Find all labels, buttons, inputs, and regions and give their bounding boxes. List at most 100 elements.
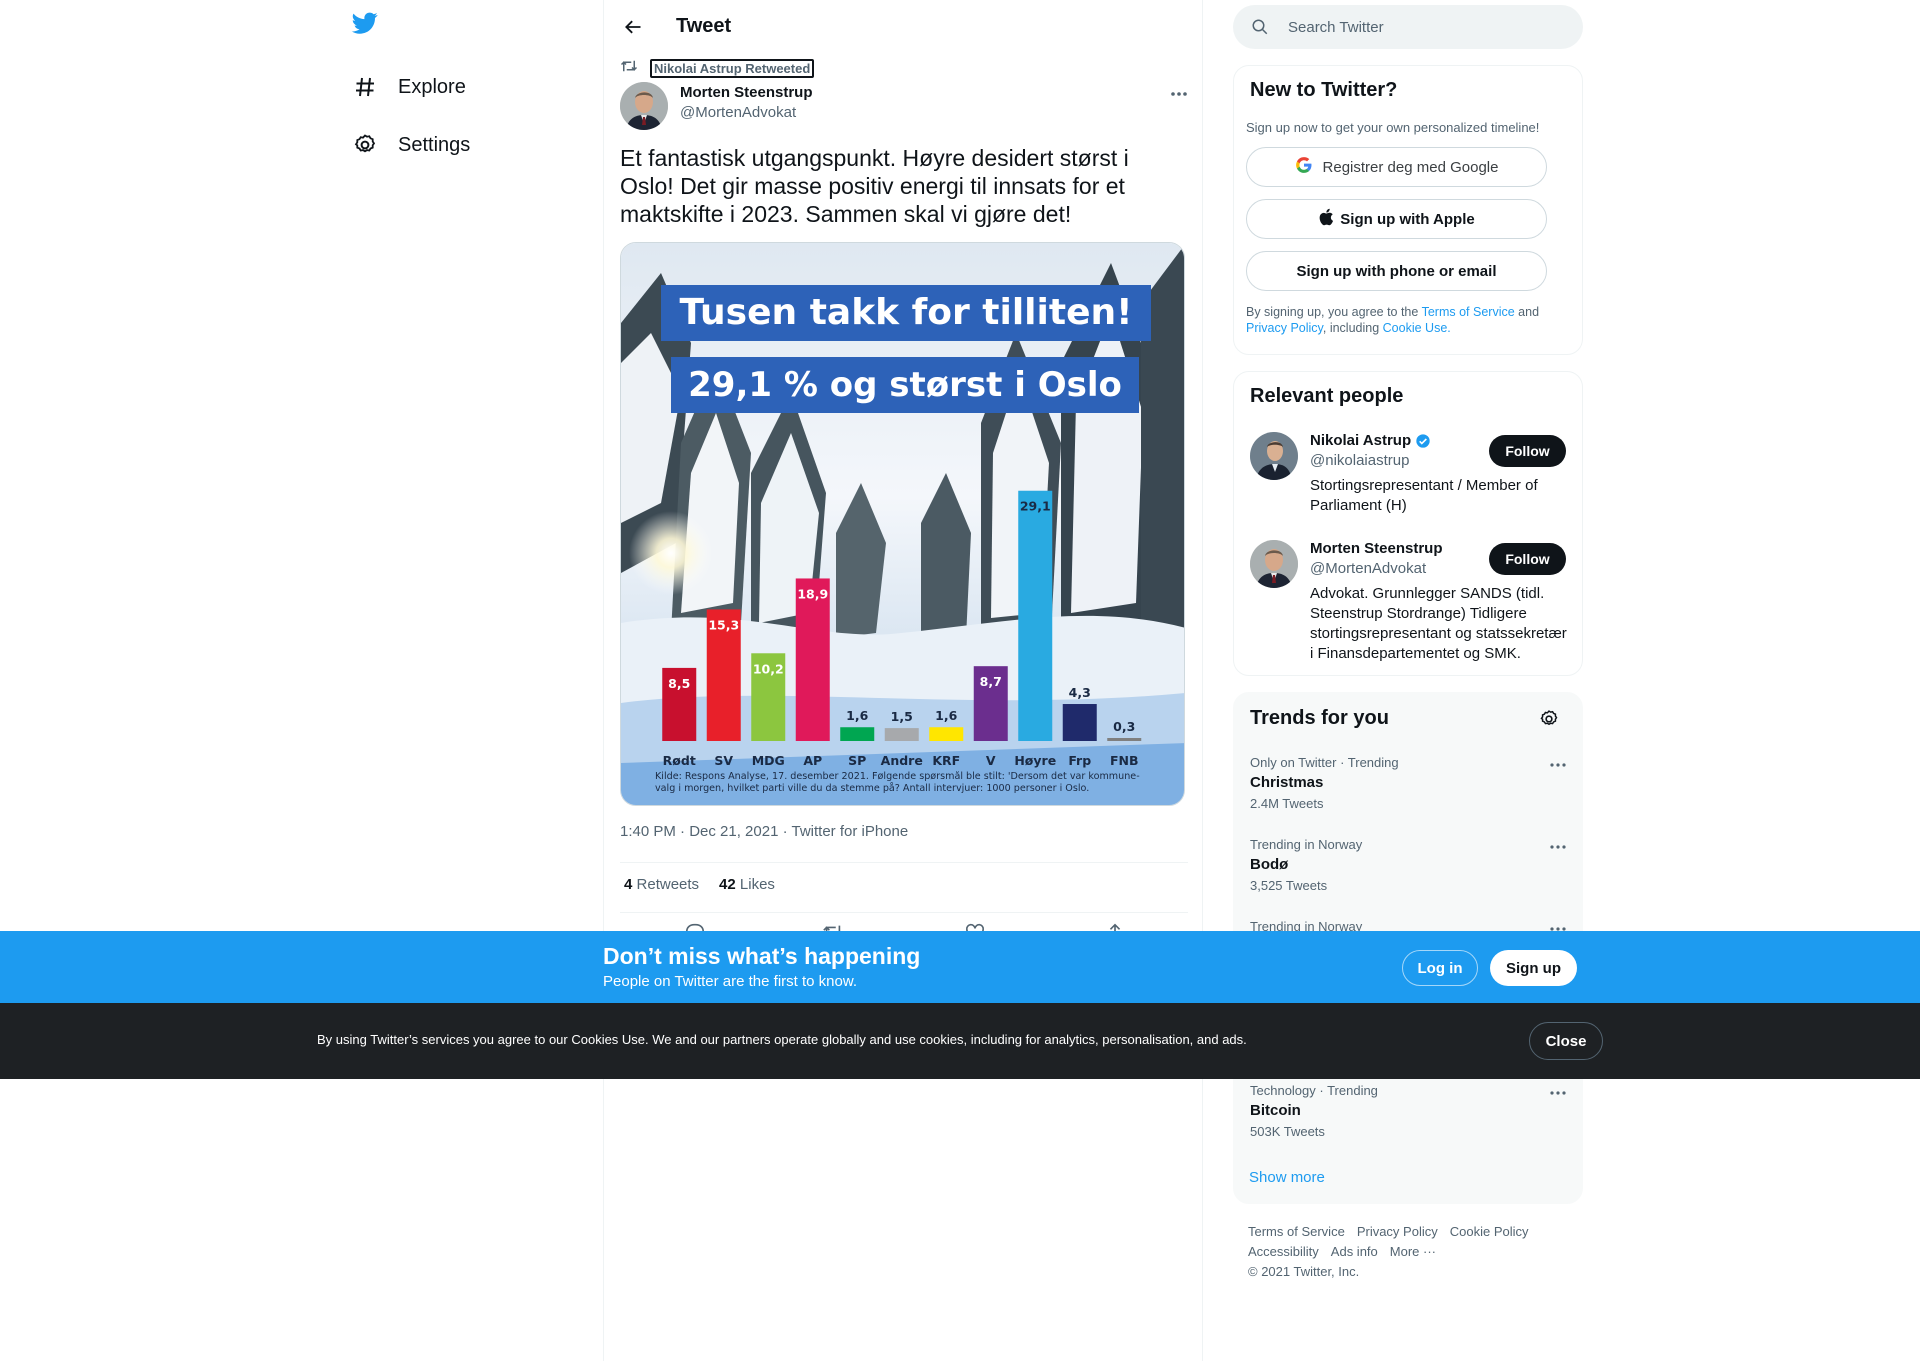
trend-more-button[interactable] (1546, 1085, 1570, 1101)
retweeted-by-link[interactable]: Nikolai Astrup Retweeted (650, 58, 815, 78)
tweet-more-button[interactable] (1164, 84, 1194, 104)
trend-name: Bitcoin (1250, 1102, 1301, 1119)
trend-more-button[interactable] (1546, 757, 1570, 773)
person-name-text: Nikolai Astrup (1310, 432, 1412, 449)
login-button[interactable]: Log in (1402, 950, 1478, 986)
person-avatar[interactable] (1250, 540, 1298, 588)
bar-value-label: 0,3 (1113, 719, 1135, 734)
follow-button[interactable]: Follow (1489, 543, 1566, 575)
bar-fnb (1107, 738, 1142, 741)
author-name[interactable]: Morten Steenstrup (680, 84, 813, 101)
bar-value-label: 4,3 (1069, 685, 1091, 700)
phone-email-signup-button[interactable]: Sign up with phone or email (1246, 251, 1547, 291)
trend-count: 503K Tweets (1250, 1124, 1325, 1139)
bar-category-label: Frp (1068, 753, 1091, 768)
trend-item[interactable]: Technology · Trending Bitcoin 503K Tweet… (1250, 1083, 1570, 1139)
apple-icon (1318, 208, 1334, 230)
nav-item-explore[interactable]: Explore (352, 67, 466, 107)
bar-category-label: AP (803, 753, 822, 768)
google-icon (1295, 156, 1313, 178)
cookie-banner: By using Twitter’s services you agree to… (0, 1003, 1920, 1079)
retweet-context: Nikolai Astrup Retweeted (620, 58, 815, 79)
more-icon (1550, 845, 1566, 849)
tweet-media-image[interactable]: Tusen takk for tilliten! 29,1 % og størs… (620, 242, 1185, 806)
twitter-bird-icon[interactable] (350, 10, 384, 44)
search-input[interactable] (1288, 5, 1568, 49)
retweet-icon (620, 58, 638, 79)
likes-stat[interactable]: 42 Likes (719, 876, 775, 893)
footer-link[interactable]: Ads info (1331, 1244, 1378, 1259)
person-name[interactable]: Nikolai Astrup (1310, 432, 1431, 449)
apple-signup-label: Sign up with Apple (1340, 210, 1475, 228)
chart-source-note: Kilde: Respons Analyse, 17. desember 202… (655, 771, 1140, 794)
show-more-link[interactable]: Show more (1249, 1169, 1325, 1186)
cookie-use-link[interactable]: Cookie Use. (1383, 321, 1451, 335)
follow-button[interactable]: Follow (1489, 435, 1566, 467)
terms-link[interactable]: Terms of Service (1422, 305, 1515, 319)
bar-value-label: 15,3 (708, 617, 739, 632)
signup-button[interactable]: Sign up (1490, 950, 1577, 986)
legal-prefix: By signing up, you agree to the (1246, 305, 1419, 319)
trend-context: Only on Twitter · Trending (1250, 755, 1399, 770)
trend-more-button[interactable] (1546, 839, 1570, 855)
trend-context: Trending in Norway (1250, 837, 1363, 852)
right-sidebar: New to Twitter? Sign up now to get your … (1233, 0, 1583, 1361)
search-icon (1251, 18, 1269, 41)
signup-title: New to Twitter? (1250, 79, 1398, 101)
footer-more-link[interactable]: More ··· (1390, 1244, 1436, 1259)
banner-subtitle: People on Twitter are the first to know. (603, 973, 858, 990)
trend-item[interactable]: Trending in Norway Bodø 3,525 Tweets (1250, 837, 1570, 893)
trend-name: Christmas (1250, 774, 1324, 791)
trend-item[interactable]: Only on Twitter · Trending Christmas 2.4… (1250, 755, 1570, 811)
privacy-link[interactable]: Privacy Policy (1246, 321, 1323, 335)
poll-chart: Tusen takk for tilliten! 29,1 % og størs… (621, 243, 1184, 805)
left-navigation: Explore Settings (340, 0, 600, 1361)
retweets-stat[interactable]: 4 Retweets (624, 876, 699, 893)
bar-category-label: Andre (881, 753, 923, 768)
more-icon (1550, 1091, 1566, 1095)
bar-value-label: 1,5 (891, 709, 913, 724)
footer-link[interactable]: Cookie Policy (1450, 1224, 1529, 1239)
author-avatar[interactable] (620, 82, 668, 130)
bar-sp (840, 727, 875, 741)
bar-category-label: Høyre (1014, 753, 1056, 768)
banner-title: Tusen takk for tilliten! (679, 292, 1132, 333)
login-prompt-banner: Don’t miss what’s happening People on Tw… (0, 931, 1920, 1003)
trend-count: 2.4M Tweets (1250, 796, 1324, 811)
bar-value-label: 29,1 (1020, 499, 1051, 514)
banner-title: Don’t miss what’s happening (603, 943, 921, 969)
person-handle[interactable]: @MortenAdvokat (1310, 560, 1426, 577)
tweet-timestamp[interactable]: 1:40 PM · Dec 21, 2021 · Twitter for iPh… (620, 823, 908, 840)
bar-value-label: 1,6 (846, 708, 868, 723)
copyright: © 2021 Twitter, Inc. (1248, 1264, 1360, 1279)
apple-signup-button[interactable]: Sign up with Apple (1246, 199, 1547, 239)
footer-link[interactable]: Accessibility (1248, 1244, 1319, 1259)
footer-link[interactable]: Terms of Service (1248, 1224, 1345, 1239)
bar-category-label: MDG (752, 753, 785, 768)
arrow-left-icon (625, 20, 641, 34)
more-icon (1171, 92, 1187, 96)
trends-settings-icon[interactable] (1539, 709, 1559, 734)
bar-category-label: SP (848, 753, 866, 768)
retweets-label: Retweets (636, 876, 700, 893)
likes-count: 42 (719, 876, 736, 893)
google-signup-button[interactable]: Registrer deg med Google (1246, 147, 1547, 187)
bar-value-label: 8,5 (668, 676, 690, 691)
person-avatar[interactable] (1250, 432, 1298, 480)
footer-link[interactable]: Privacy Policy (1357, 1224, 1438, 1239)
author-handle[interactable]: @MortenAdvokat (680, 104, 796, 121)
bar-category-label: Rødt (663, 753, 696, 768)
back-button[interactable] (616, 10, 650, 44)
footer-links: Terms of Service Privacy Policy Cookie Pol… (1248, 1222, 1568, 1282)
bar-category-label: FNB (1110, 753, 1139, 768)
search-box[interactable] (1233, 5, 1583, 49)
cookie-close-button[interactable]: Close (1529, 1022, 1603, 1060)
trend-name: Bodø (1250, 856, 1289, 873)
nav-item-settings[interactable]: Settings (352, 125, 470, 165)
person-bio: Advokat. Grunnlegger SANDS (tidl. Steens… (1310, 585, 1567, 662)
tweet-header: Tweet (604, 0, 1204, 53)
person-handle[interactable]: @nikolaiastrup (1310, 452, 1409, 469)
person-name[interactable]: Morten Steenstrup (1310, 540, 1443, 557)
bar-andre (884, 728, 919, 741)
signup-card: New to Twitter? Sign up now to get your … (1233, 65, 1583, 355)
